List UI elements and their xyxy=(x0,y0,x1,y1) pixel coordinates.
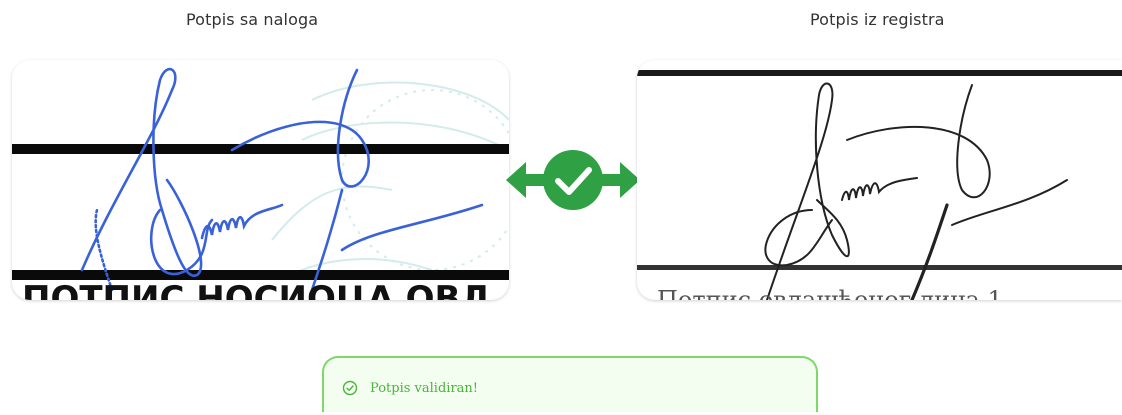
registry-signature-drawing: Потпис овлашћеног лица 1 xyxy=(637,70,1122,300)
document-signature-drawing: ПОТПИС НОСИОЦА ОВЛ... xyxy=(12,67,509,300)
document-residual-text: ПОТПИС НОСИОЦА ОВЛ... xyxy=(22,279,509,300)
check-circle-double-arrow-icon xyxy=(506,150,640,210)
validation-success-alert: Potpis validiran! xyxy=(322,356,818,412)
signature-match-indicator xyxy=(506,148,640,212)
registry-residual-text: Потпис овлашћеног лица 1 xyxy=(657,286,1003,300)
right-signature-title: Potpis iz registra xyxy=(810,10,945,29)
left-signature-title: Potpis sa naloga xyxy=(186,10,319,29)
alert-message: Potpis validiran! xyxy=(370,381,479,396)
check-circle-icon xyxy=(342,380,358,396)
registry-signature-image: Потпис овлашћеног лица 1 xyxy=(637,60,1122,300)
document-signature-image: ПОТПИС НОСИОЦА ОВЛ... xyxy=(12,60,509,300)
